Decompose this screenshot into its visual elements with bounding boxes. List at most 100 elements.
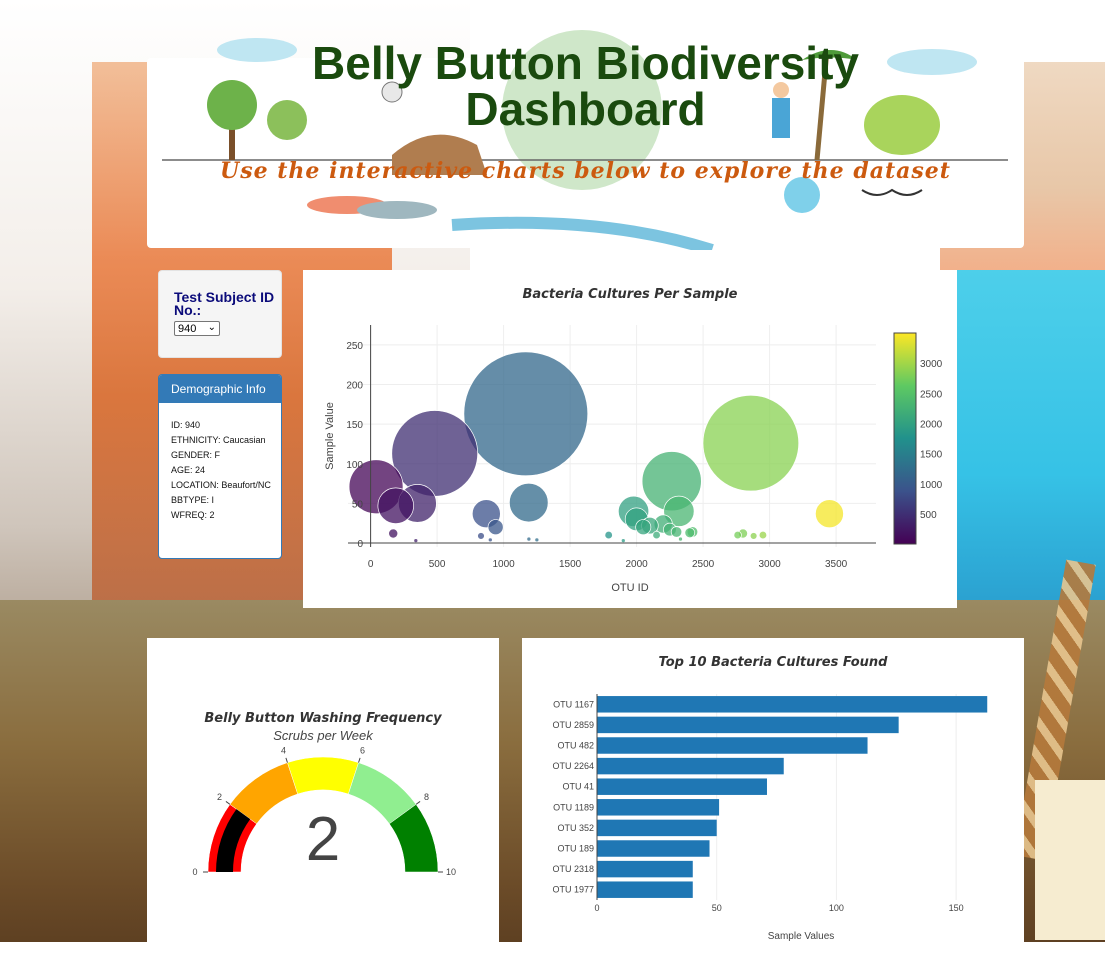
bubble-point[interactable] — [702, 394, 800, 492]
bubble-point[interactable] — [652, 530, 661, 540]
gauge-chart[interactable]: Belly Button Washing Frequency Scrubs pe… — [147, 638, 499, 942]
page-title-line-1: Belly Button Biodiversity — [312, 37, 859, 89]
page-title: Belly Button Biodiversity Dashboard — [147, 40, 1024, 132]
bubble-point[interactable] — [509, 482, 549, 523]
bubble-point[interactable] — [733, 530, 742, 540]
bar[interactable] — [597, 840, 710, 857]
colorbar — [893, 332, 917, 545]
bubble-point[interactable] — [604, 530, 613, 540]
bar[interactable] — [597, 860, 693, 878]
bubble-point[interactable] — [388, 528, 399, 539]
bar-x-tick-label: 100 — [829, 903, 844, 913]
bubble-point[interactable] — [413, 538, 419, 544]
gauge-tick-label: 6 — [360, 745, 365, 755]
bubble-y-tick-label: 150 — [346, 420, 363, 431]
page-subtitle: Use the interactive charts below to expl… — [220, 158, 951, 184]
bubble-y-tick-label: 100 — [346, 460, 363, 471]
bar-category-label: OTU 41 — [562, 782, 594, 792]
bubble-point[interactable] — [758, 530, 768, 540]
colorbar-tick-label: 2500 — [920, 389, 943, 400]
bubble-x-tick-label: 3000 — [758, 559, 781, 570]
bubble-y-tick-label: 50 — [352, 499, 364, 510]
bubble-point[interactable] — [815, 499, 844, 529]
bubble-point[interactable] — [477, 532, 485, 540]
bar-category-label: OTU 1189 — [553, 802, 594, 812]
bar[interactable] — [597, 696, 988, 713]
colorbar-tick-label: 1500 — [920, 450, 943, 461]
bar-chart[interactable]: Top 10 Bacteria Cultures Found 0 50 100 150… — [522, 638, 1024, 942]
bar[interactable] — [597, 881, 693, 898]
bar-category-label: OTU 352 — [557, 823, 594, 833]
demographic-bbtype: BBTYPE: I — [171, 495, 215, 505]
colorbar-tick-label: 2000 — [920, 419, 943, 430]
demographic-location: LOCATION: Beaufort/NC — [171, 480, 271, 490]
gauge-tick-label: 4 — [281, 745, 286, 755]
chevron-down-icon: ⌄ — [207, 322, 216, 333]
bubble-x-tick-label: 2000 — [625, 559, 648, 570]
subject-id-select[interactable]: 940 ⌄ — [174, 321, 220, 336]
bar-category-label: OTU 1167 — [553, 699, 594, 709]
bubble-x-tick-label: 2500 — [692, 559, 715, 570]
gauge-tick — [285, 757, 288, 763]
colorbar-tick-label: 500 — [920, 510, 937, 521]
bubble-point[interactable] — [487, 519, 504, 536]
bar[interactable] — [597, 757, 784, 775]
bar[interactable] — [597, 778, 767, 795]
bar-category-label: OTU 2859 — [552, 720, 594, 730]
bubble-point[interactable] — [620, 538, 626, 544]
gauge-tick-label: 10 — [446, 867, 456, 877]
bubble-x-tick-label: 0 — [368, 559, 374, 570]
gauge-title: Belly Button Washing Frequency — [204, 711, 442, 726]
gauge-subtitle: Scrubs per Week — [273, 728, 374, 743]
subject-selector-panel: Test Subject ID No.: 940 ⌄ — [158, 270, 282, 358]
bubble-point[interactable] — [678, 536, 683, 542]
bar-chart-title: Top 10 Bacteria Cultures Found — [659, 655, 889, 670]
gauge-tick — [415, 801, 421, 805]
bubble-point[interactable] — [635, 519, 652, 536]
bubble-y-tick-label: 250 — [346, 341, 363, 352]
bar[interactable] — [597, 737, 868, 754]
bar-category-label: OTU 1977 — [552, 885, 594, 895]
background-cream — [1035, 780, 1105, 940]
bubble-point[interactable] — [391, 410, 479, 497]
bar-category-label: OTU 2264 — [552, 761, 594, 771]
demographic-gender: GENDER: F — [171, 450, 221, 460]
bubble-chart-card: Bacteria Cultures Per Sample 0 50 100 150 20… — [303, 270, 957, 608]
background-sky-right — [957, 270, 1105, 610]
gauge-band — [287, 756, 359, 795]
demographic-body: ID: 940 ETHNICITY: Caucasian GENDER: F A… — [159, 403, 281, 520]
bar-x-tick-label: 50 — [712, 903, 722, 913]
bubble-y-tick-label: 0 — [357, 539, 363, 550]
bar[interactable] — [597, 799, 720, 816]
gauge-tick-label: 8 — [424, 792, 429, 802]
bar[interactable] — [597, 716, 899, 734]
bubble-chart-title: Bacteria Cultures Per Sample — [523, 287, 738, 302]
bar-x-axis-label: Sample Values — [768, 931, 835, 942]
gauge-tick — [358, 757, 361, 763]
bubble-point[interactable] — [377, 487, 414, 524]
bubble-point[interactable] — [487, 537, 493, 543]
demographic-age: AGE: 24 — [171, 465, 206, 475]
background-footer — [0, 942, 1105, 959]
gauge-chart-card: Belly Button Washing Frequency Scrubs pe… — [147, 638, 499, 942]
bubble-point[interactable] — [670, 526, 683, 538]
subject-selector-label: Test Subject ID No.: — [174, 289, 275, 318]
bubble-x-axis-label: OTU ID — [611, 582, 648, 594]
bubble-chart[interactable]: Bacteria Cultures Per Sample 0 50 100 150 20… — [303, 270, 957, 608]
bubble-point[interactable] — [749, 532, 758, 540]
bubble-point[interactable] — [463, 351, 589, 477]
bubble-point[interactable] — [534, 537, 540, 543]
bar[interactable] — [597, 819, 717, 837]
colorbar-tick-label: 1000 — [920, 480, 943, 491]
bar-category-label: OTU 189 — [557, 844, 594, 854]
bubble-point[interactable] — [684, 527, 696, 539]
bubble-point[interactable] — [526, 536, 532, 542]
bar-x-tick-label: 150 — [949, 903, 964, 913]
bubble-x-tick-label: 1500 — [559, 559, 582, 570]
gauge-tick — [225, 801, 231, 805]
demographic-heading: Demographic Info — [159, 375, 281, 403]
demographic-panel: Demographic Info ID: 940 ETHNICITY: Cauc… — [158, 374, 282, 559]
demographic-ethnicity: ETHNICITY: Caucasian — [171, 435, 266, 445]
bar-x-tick-label: 0 — [594, 903, 599, 913]
bubble-x-tick-label: 3500 — [825, 559, 848, 570]
